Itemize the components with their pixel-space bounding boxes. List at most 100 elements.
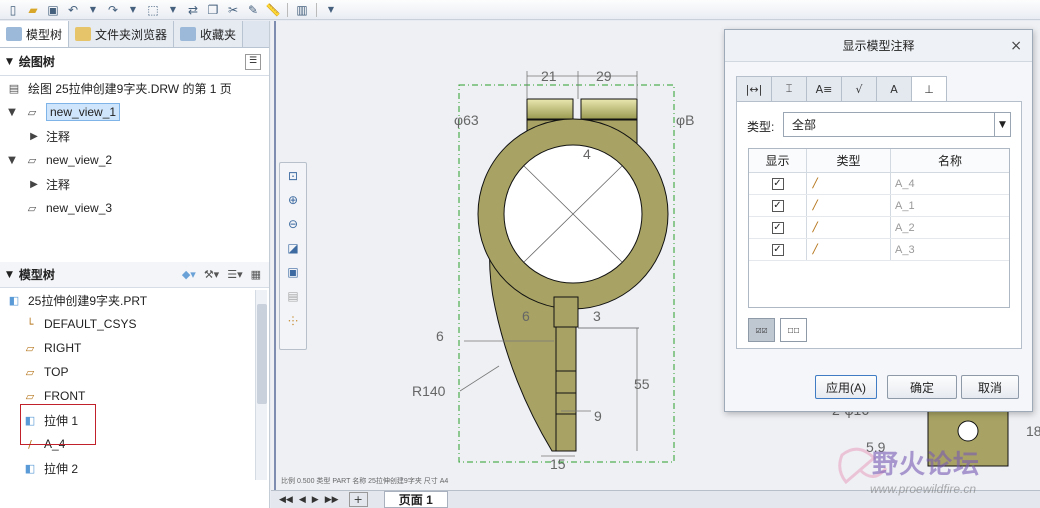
tree-item-label: FRONT: [44, 389, 86, 403]
view-toolbar: ⊡ ⊕ ⊖ ◪ ▣ ▤ ⸭: [279, 162, 307, 350]
chevron-down-icon[interactable]: ▼: [994, 113, 1010, 136]
tab-page-1[interactable]: 页面 1: [383, 491, 448, 508]
tree-item-annotations[interactable]: ▶ 注释: [0, 172, 269, 196]
table-row[interactable]: ✓ / A_3: [749, 239, 1009, 261]
dim-6-left[interactable]: 6: [436, 328, 444, 344]
new-file-icon[interactable]: ▯: [4, 2, 22, 18]
tree-item-new-view-2[interactable]: ▼ ▱ new_view_2: [0, 148, 269, 172]
tree-item-new-view-3[interactable]: ▱ new_view_3: [0, 196, 269, 220]
table-row[interactable]: ✓ / A_2: [749, 217, 1009, 239]
expand-arrow-icon[interactable]: ▶: [28, 131, 40, 142]
side-view-hole: [957, 420, 979, 442]
drawing-page-item[interactable]: ▤ 绘图 25拉伸创建9字夹.DRW 的第 1 页: [0, 76, 269, 100]
model-tree-item-part[interactable]: ◧ 25拉伸创建9字夹.PRT: [0, 288, 269, 312]
layers-icon[interactable]: ▥: [293, 2, 311, 18]
tab-gtol[interactable]: ⌶: [771, 76, 807, 101]
select-menu-icon[interactable]: ▼: [164, 2, 182, 18]
zoom-out-icon[interactable]: ⊖: [283, 214, 303, 234]
expand-arrow-icon[interactable]: ▼: [6, 107, 18, 118]
tree-settings-icon[interactable]: ☰: [245, 53, 261, 70]
tab-favorites[interactable]: 收藏夹: [174, 21, 244, 47]
first-page-icon[interactable]: ◀◀: [277, 495, 295, 505]
close-icon[interactable]: ×: [1010, 38, 1022, 54]
dim-6-mid[interactable]: 6: [522, 308, 530, 324]
model-tree-header[interactable]: ▼ 模型树 ◆▾ ⚒▾ ☰▾ ▦: [0, 262, 269, 288]
tab-dimensions[interactable]: |↔|: [736, 76, 772, 101]
refit-icon[interactable]: ⊡: [283, 166, 303, 186]
show-checkbox[interactable]: ✓: [771, 199, 784, 212]
ok-button[interactable]: 确定: [887, 375, 957, 399]
regenerate-icon[interactable]: ⇄: [184, 2, 202, 18]
tree-item-annotations[interactable]: ▶ 注释: [0, 124, 269, 148]
redo-icon[interactable]: ↷: [104, 2, 122, 18]
type-select[interactable]: 全部 ▼: [783, 112, 1011, 137]
expand-arrow-icon[interactable]: ▶: [28, 179, 40, 190]
scrollbar-thumb[interactable]: [257, 304, 267, 404]
show-checkbox[interactable]: ✓: [771, 221, 784, 234]
tree-item-new-view-1[interactable]: ▼ ▱ new_view_1: [0, 100, 269, 124]
model-tree-item-right[interactable]: ▱ RIGHT: [0, 336, 269, 360]
redo-menu-icon[interactable]: ▼: [124, 2, 142, 18]
deselect-all-icon[interactable]: ☐☐: [780, 318, 807, 342]
scrollbar[interactable]: [255, 290, 267, 480]
tab-folder-browser[interactable]: 文件夹浏览器: [69, 21, 175, 47]
more-icon[interactable]: ▼: [322, 2, 340, 18]
model-tree-item-top[interactable]: ▱ TOP: [0, 360, 269, 384]
dim-15[interactable]: 15: [550, 456, 566, 472]
expand-arrow-icon[interactable]: ▼: [6, 155, 18, 166]
model-tree-item-extrude-2[interactable]: ◧ 拉伸 2: [0, 456, 269, 480]
show-model-annotations-dialog: 显示模型注释 × |↔| ⌶ A≡ √ A ⊥ 类型: 全部 ▼ 显示 类型 名…: [724, 29, 1033, 412]
last-page-icon[interactable]: ▶▶: [323, 495, 341, 505]
table-row[interactable]: ✓ / A_4: [749, 173, 1009, 195]
dialog-titlebar[interactable]: 显示模型注释 ×: [725, 30, 1032, 62]
filter-icon[interactable]: ▦: [251, 268, 261, 281]
open-folder-icon[interactable]: ▰: [24, 2, 42, 18]
collapse-icon[interactable]: ▼: [6, 270, 13, 280]
view-icon: ▱: [27, 153, 37, 167]
select-all-icon[interactable]: ☑☑: [748, 318, 775, 342]
show-checkbox[interactable]: ✓: [771, 177, 784, 190]
show-icon[interactable]: ◆▾: [182, 268, 196, 281]
save-icon[interactable]: ▣: [44, 2, 62, 18]
repaint-icon[interactable]: ✎: [244, 2, 262, 18]
collapse-icon[interactable]: ▼: [6, 57, 13, 67]
undo-menu-icon[interactable]: ▼: [84, 2, 102, 18]
dim-3[interactable]: 3: [593, 308, 601, 324]
undo-icon[interactable]: ↶: [64, 2, 82, 18]
add-page-button[interactable]: +: [348, 492, 368, 507]
cancel-button[interactable]: 取消: [961, 375, 1019, 399]
tools-icon[interactable]: ⚒▾: [204, 268, 219, 281]
window-icon[interactable]: ❐: [204, 2, 222, 18]
repaint-icon[interactable]: ◪: [283, 238, 303, 258]
select-box-icon[interactable]: ⬚: [144, 2, 162, 18]
prev-page-icon[interactable]: ◀: [297, 495, 308, 505]
dim-18[interactable]: 18: [1026, 423, 1040, 439]
settings-icon[interactable]: ☰▾: [227, 268, 242, 281]
orient-icon[interactable]: ▤: [283, 286, 303, 306]
dim-9[interactable]: 9: [594, 408, 602, 424]
dim-29[interactable]: 29: [596, 68, 612, 84]
tab-surface-finish[interactable]: √: [841, 76, 877, 101]
next-page-icon[interactable]: ▶: [310, 495, 321, 505]
dim-4[interactable]: 4: [583, 146, 591, 162]
dim-phiB[interactable]: φB: [676, 112, 694, 128]
measure-icon[interactable]: 📏: [264, 2, 282, 18]
table-row[interactable]: ✓ / A_1: [749, 195, 1009, 217]
tab-notes[interactable]: A≡: [806, 76, 842, 101]
tab-datums[interactable]: ⊥: [911, 76, 947, 102]
zoom-in-icon[interactable]: ⊕: [283, 190, 303, 210]
main-toolbar: ▯ ▰ ▣ ↶ ▼ ↷ ▼ ⬚ ▼ ⇄ ❐ ✂ ✎ 📏 ▥ ▼: [0, 0, 1040, 20]
dim-r140[interactable]: R140: [412, 383, 446, 399]
close-window-icon[interactable]: ✂: [224, 2, 242, 18]
model-tree-item-csys[interactable]: └ DEFAULT_CSYS: [0, 312, 269, 336]
tab-model-tree[interactable]: 模型树: [0, 21, 70, 47]
shading-icon[interactable]: ▣: [283, 262, 303, 282]
drawing-tree-header[interactable]: ▼ 绘图树 ☰: [0, 48, 269, 76]
dim-21[interactable]: 21: [541, 68, 557, 84]
datum-display-icon[interactable]: ⸭: [283, 310, 303, 330]
dim-55[interactable]: 55: [634, 376, 650, 392]
show-checkbox[interactable]: ✓: [771, 243, 784, 256]
dim-phi63[interactable]: φ63: [454, 112, 479, 128]
apply-button[interactable]: 应用(A): [815, 375, 877, 399]
tab-symbols[interactable]: A: [876, 76, 912, 101]
